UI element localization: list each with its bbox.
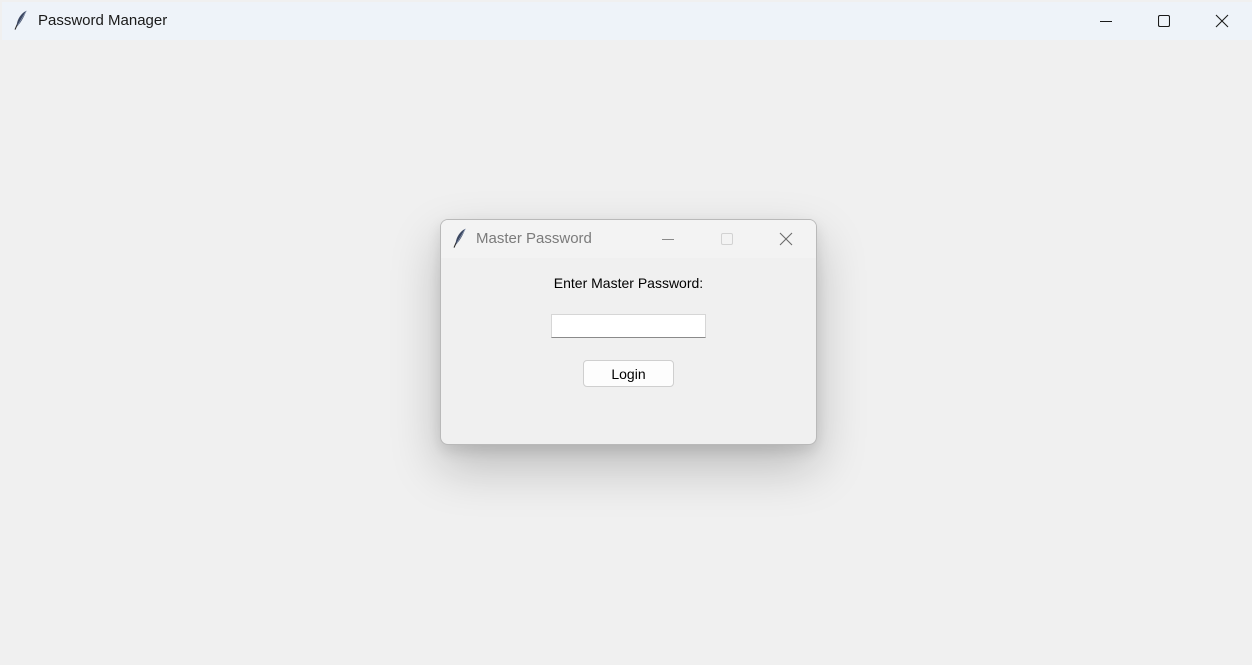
minimize-button[interactable] xyxy=(1077,2,1135,40)
feather-icon xyxy=(14,10,27,30)
master-password-dialog: Master Password Enter Master Password: L… xyxy=(440,219,817,445)
maximize-icon xyxy=(1158,15,1170,27)
dialog-close-button[interactable] xyxy=(757,220,815,258)
maximize-button[interactable] xyxy=(1135,2,1193,40)
dialog-minimize-button[interactable] xyxy=(639,220,697,258)
close-icon xyxy=(779,232,793,246)
window-title: Password Manager xyxy=(38,12,168,29)
master-password-input[interactable] xyxy=(551,314,706,338)
dialog-title: Master Password xyxy=(476,230,592,247)
close-icon xyxy=(1215,14,1229,28)
minimize-icon xyxy=(662,239,674,240)
main-title-bar[interactable]: Password Manager xyxy=(2,2,1252,40)
login-button[interactable]: Login xyxy=(583,360,674,387)
master-password-label: Enter Master Password: xyxy=(553,275,704,291)
dialog-title-bar[interactable]: Master Password xyxy=(441,220,816,258)
close-button[interactable] xyxy=(1193,2,1251,40)
feather-icon xyxy=(453,228,466,248)
maximize-icon xyxy=(721,233,733,245)
dialog-maximize-button xyxy=(698,220,756,258)
minimize-icon xyxy=(1100,21,1112,22)
